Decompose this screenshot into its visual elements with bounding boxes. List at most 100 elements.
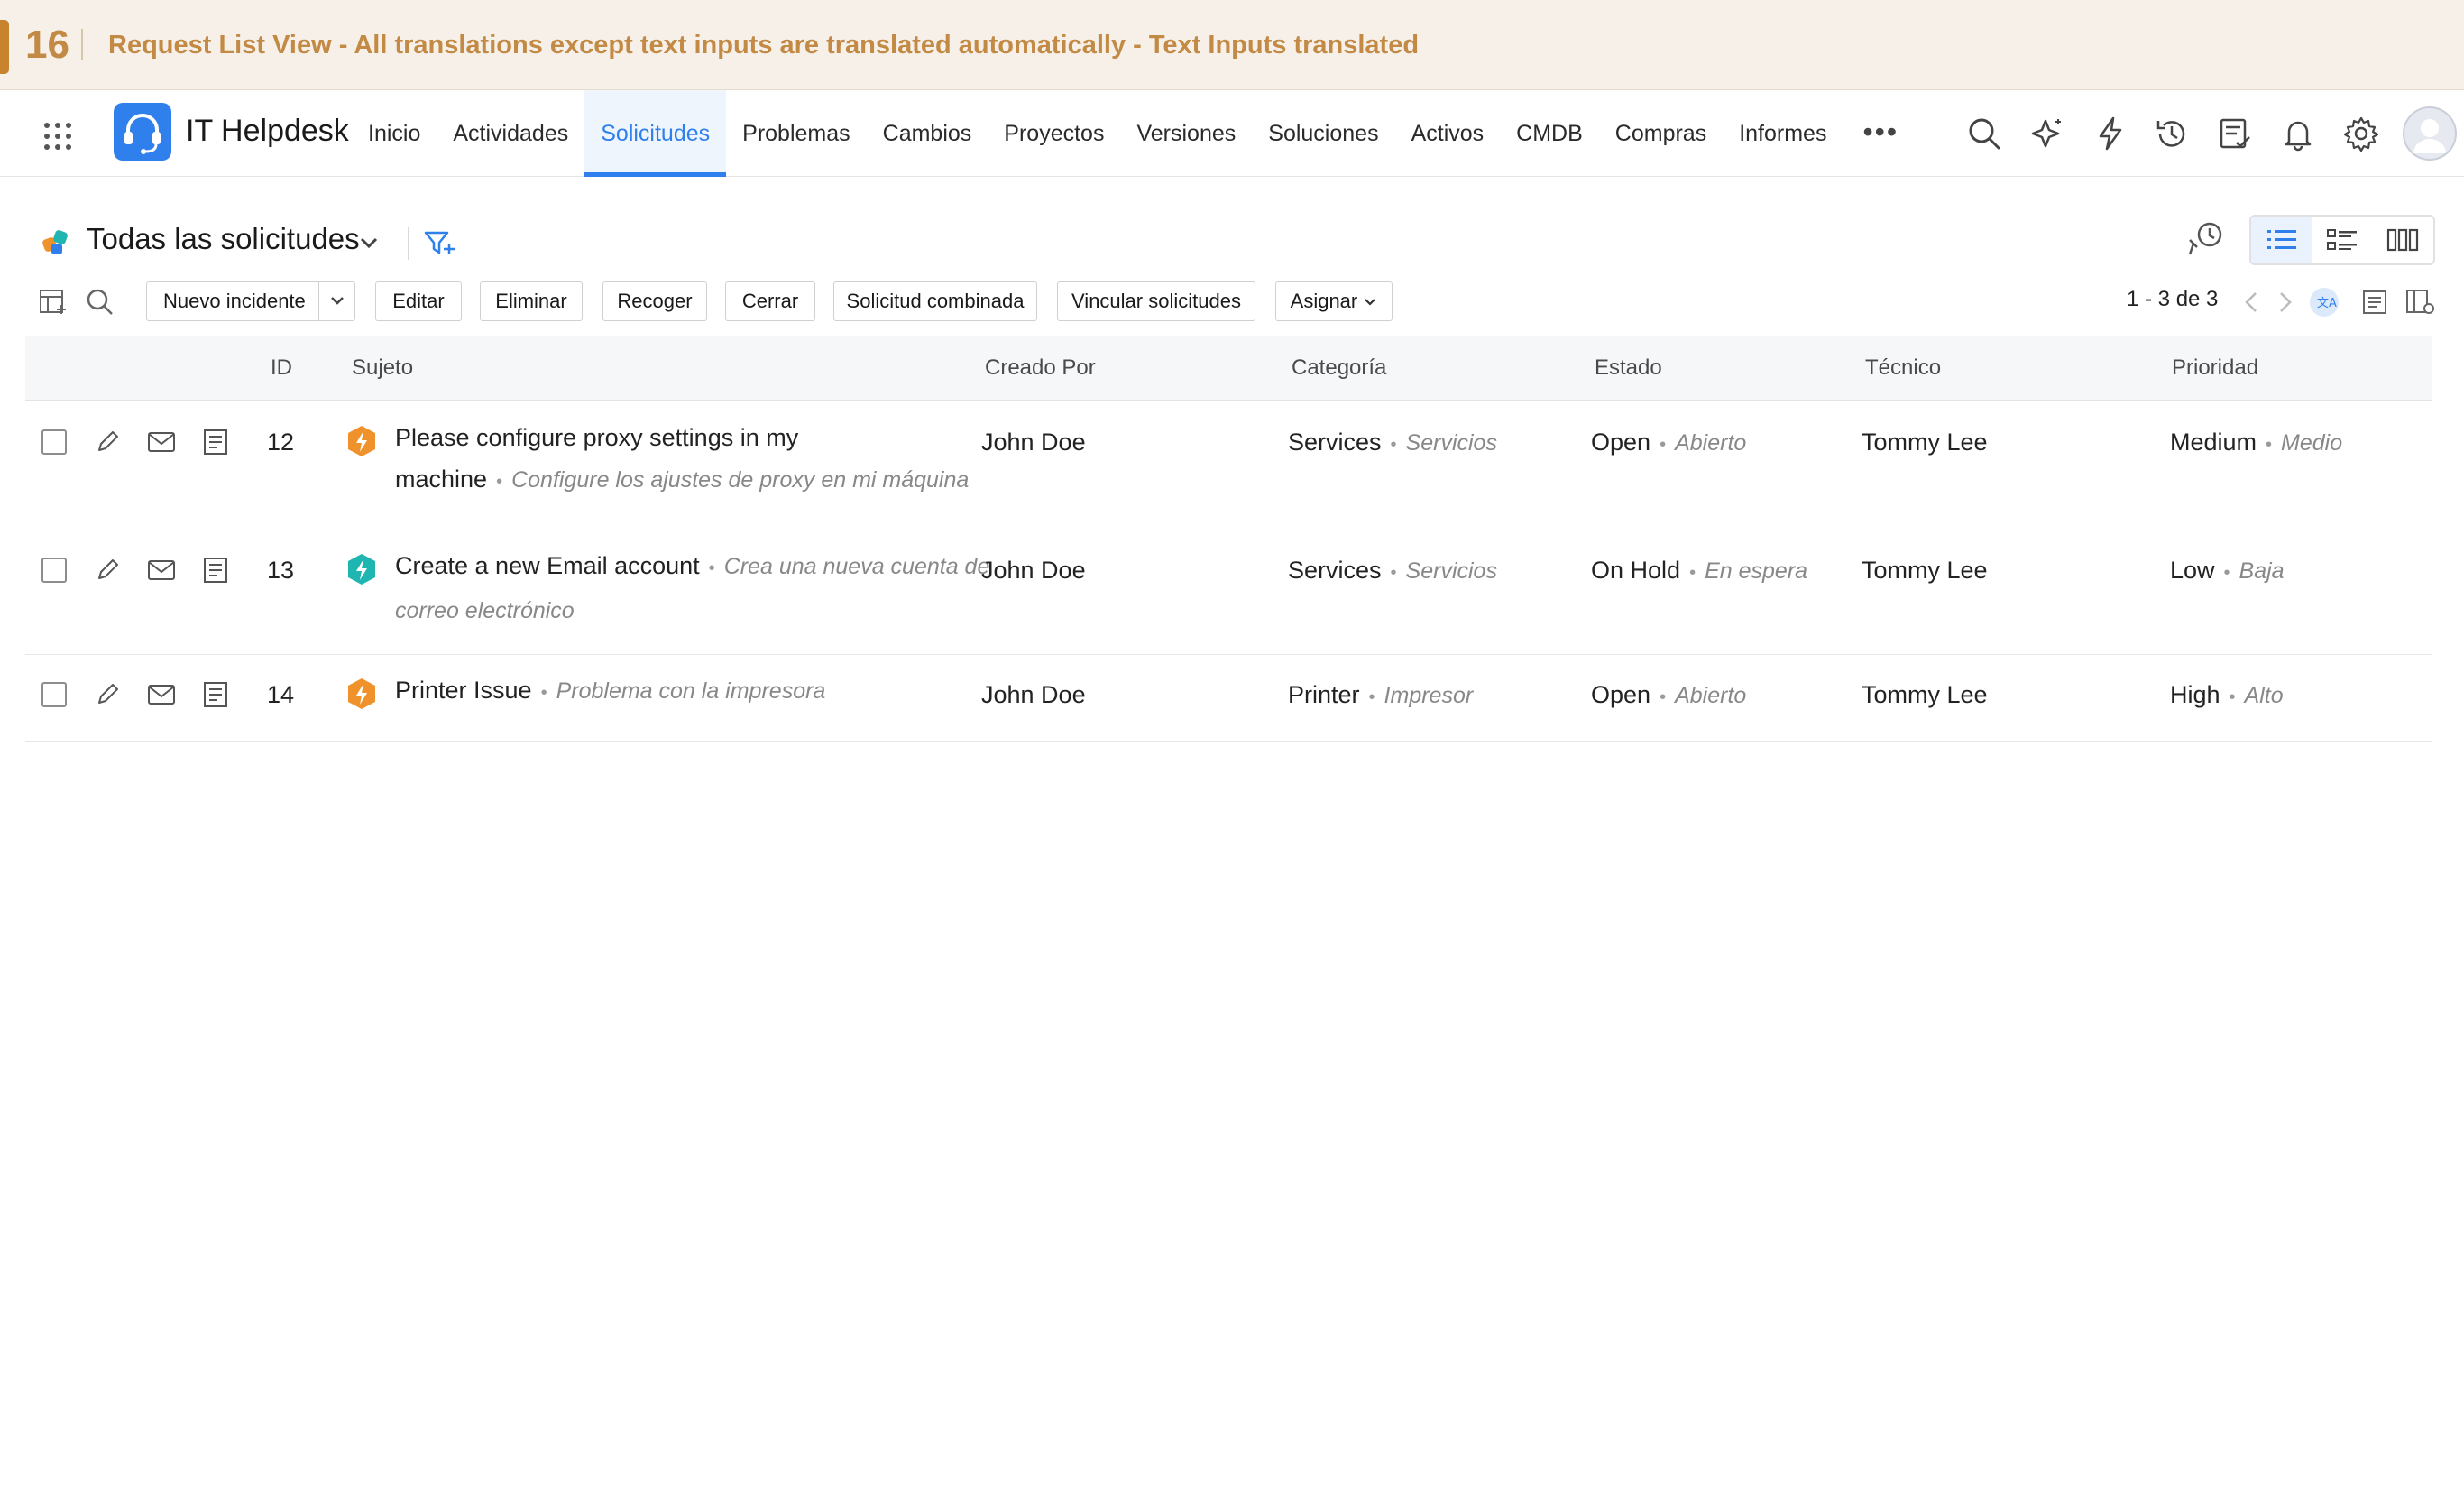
category: Services • Servicios <box>1288 554 1497 589</box>
link-requests-button[interactable]: Vincular solicitudes <box>1057 281 1255 321</box>
row-checkbox[interactable] <box>41 682 67 707</box>
priority[interactable]: Medium • Medio <box>2170 426 2342 461</box>
search-icon[interactable] <box>1966 115 2002 152</box>
app-launcher-icon[interactable] <box>40 118 76 154</box>
mail-icon[interactable] <box>146 427 177 457</box>
created-by: John Doe <box>981 557 1086 584</box>
reminder-icon[interactable] <box>2186 220 2226 260</box>
row-checkbox[interactable] <box>41 429 67 455</box>
mail-icon[interactable] <box>146 679 177 710</box>
table-row[interactable]: 13 Create a new Email account • Crea una nu… <box>25 530 2432 655</box>
subject-text[interactable]: Printer Issue <box>395 677 532 704</box>
delete-button[interactable]: Eliminar <box>480 281 583 321</box>
tab-inicio[interactable]: Inicio <box>352 90 437 177</box>
search-icon[interactable] <box>85 287 115 318</box>
edit-icon[interactable] <box>92 555 123 586</box>
tab-proyectos[interactable]: Proyectos <box>988 90 1120 177</box>
mail-icon[interactable] <box>146 555 177 586</box>
tab-versiones[interactable]: Versiones <box>1120 90 1252 177</box>
tab-actividades[interactable]: Actividades <box>437 90 584 177</box>
status[interactable]: On Hold • En espera <box>1591 554 1807 589</box>
table-header: ID Sujeto Creado Por Categoría Estado Té… <box>25 336 2432 401</box>
chevron-down-icon <box>331 297 344 305</box>
separator-dot: • <box>1368 687 1375 707</box>
created-by: John Doe <box>981 429 1086 456</box>
notes-icon[interactable] <box>200 679 231 710</box>
pickup-button[interactable]: Recoger <box>602 281 707 321</box>
tab-activos[interactable]: Activos <box>1395 90 1501 177</box>
request-id[interactable]: 13 <box>267 554 294 586</box>
next-page-icon[interactable] <box>2269 287 2300 318</box>
assign-label: Asignar <box>1290 290 1358 312</box>
more-tabs-button[interactable]: ••• <box>1843 90 1918 177</box>
lightning-icon[interactable] <box>2092 115 2128 152</box>
status[interactable]: Open • Abierto <box>1591 426 1746 461</box>
gear-icon[interactable] <box>2343 115 2379 152</box>
filter-add-icon[interactable] <box>422 226 458 262</box>
history-icon[interactable] <box>2154 115 2190 152</box>
notes-icon[interactable] <box>200 555 231 586</box>
tab-informes[interactable]: Informes <box>1723 90 1843 177</box>
status-translation: Abierto <box>1675 683 1747 708</box>
column-id[interactable]: ID <box>271 355 292 381</box>
subject-text[interactable]: Create a new Email account <box>395 552 700 579</box>
new-incident-dropdown[interactable] <box>318 281 354 321</box>
merge-requests-button[interactable]: Solicitud combinada <box>833 281 1037 321</box>
notes-icon[interactable] <box>2359 287 2390 318</box>
request-subject[interactable]: Please configure proxy settings in my ma… <box>395 417 990 503</box>
chevron-down-icon[interactable] <box>357 231 381 254</box>
tab-cmdb[interactable]: CMDB <box>1500 90 1599 177</box>
previous-page-icon[interactable] <box>2237 287 2267 318</box>
close-request-button[interactable]: Cerrar <box>725 281 815 321</box>
tab-cambios[interactable]: Cambios <box>867 90 988 177</box>
request-subject[interactable]: Create a new Email account • Crea una nuev… <box>395 545 990 632</box>
column-technician[interactable]: Técnico <box>1865 355 1941 381</box>
edit-icon[interactable] <box>92 679 123 710</box>
list-view-icon[interactable] <box>2251 217 2312 263</box>
category: Services • Servicios <box>1288 426 1497 461</box>
helpdesk-logo-icon[interactable] <box>114 103 171 161</box>
priority[interactable]: Low • Baja <box>2170 554 2285 589</box>
tab-problemas[interactable]: Problemas <box>726 90 867 177</box>
translate-icon[interactable]: 文A <box>2309 287 2340 318</box>
request-id[interactable]: 14 <box>267 678 294 711</box>
category-text: Printer <box>1288 681 1360 708</box>
view-selector-icon[interactable] <box>40 226 76 262</box>
column-subject[interactable]: Sujeto <box>352 355 413 381</box>
tab-soluciones[interactable]: Soluciones <box>1252 90 1394 177</box>
edit-button[interactable]: Editar <box>375 281 462 321</box>
view-header: Todas las solicitudes <box>0 207 2464 280</box>
checklist-icon[interactable] <box>2217 115 2253 152</box>
column-view-icon[interactable] <box>2373 217 2433 263</box>
technician[interactable]: Tommy Lee <box>1862 554 1988 586</box>
tab-solicitudes[interactable]: Solicitudes <box>584 90 727 177</box>
assign-button[interactable]: Asignar <box>1275 281 1393 321</box>
row-checkbox[interactable] <box>41 558 67 583</box>
table-row[interactable]: 12 Please configure proxy settings in my … <box>25 402 2432 530</box>
notes-icon[interactable] <box>200 427 231 457</box>
avatar[interactable] <box>2403 106 2457 161</box>
column-settings-icon[interactable] <box>2404 287 2435 318</box>
table-settings-icon[interactable] <box>38 287 69 318</box>
technician[interactable]: Tommy Lee <box>1862 426 1988 458</box>
table-row[interactable]: 14 Printer Issue • Problema con la impresor… <box>25 655 2432 742</box>
tab-compras[interactable]: Compras <box>1599 90 1723 177</box>
status-translation: En espera <box>1705 558 1808 584</box>
priority[interactable]: High • Alto <box>2170 678 2284 714</box>
column-category[interactable]: Categoría <box>1292 355 1386 381</box>
separator-dot: • <box>1390 563 1397 583</box>
column-priority[interactable]: Prioridad <box>2172 355 2258 381</box>
ai-sparkle-icon[interactable] <box>2029 115 2065 152</box>
bell-icon[interactable] <box>2280 115 2316 152</box>
status[interactable]: Open • Abierto <box>1591 678 1746 714</box>
new-incident-button[interactable]: Nuevo incidente <box>146 281 355 321</box>
card-list-view-icon[interactable] <box>2312 217 2372 263</box>
request-id[interactable]: 12 <box>267 426 294 458</box>
technician[interactable]: Tommy Lee <box>1862 678 1988 711</box>
edit-icon[interactable] <box>92 427 123 457</box>
app-name[interactable]: IT Helpdesk <box>186 114 349 149</box>
column-created-by[interactable]: Creado Por <box>985 355 1096 381</box>
view-title[interactable]: Todas las solicitudes <box>87 222 360 256</box>
column-status[interactable]: Estado <box>1595 355 1662 381</box>
request-subject[interactable]: Printer Issue • Problema con la impresora <box>395 669 990 714</box>
